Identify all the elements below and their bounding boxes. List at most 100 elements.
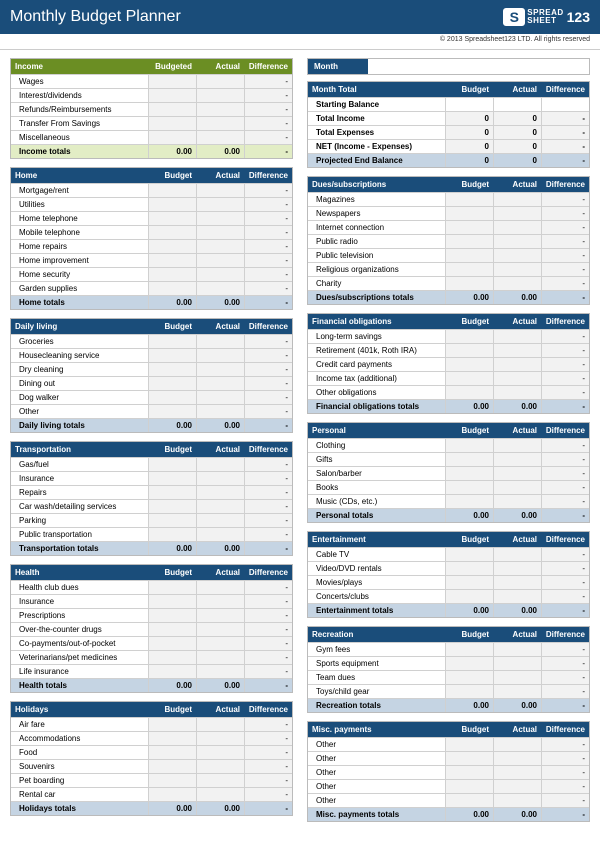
cell-actual[interactable] <box>493 277 541 290</box>
cell-budget[interactable] <box>445 467 493 480</box>
cell-budget[interactable] <box>445 562 493 575</box>
cell-actual[interactable] <box>493 372 541 385</box>
cell-actual[interactable] <box>196 254 244 267</box>
cell-budget[interactable] <box>148 254 196 267</box>
cell-budget[interactable] <box>445 330 493 343</box>
cell-budget[interactable] <box>148 89 196 102</box>
cell-actual[interactable] <box>196 651 244 664</box>
cell-budget[interactable] <box>148 363 196 376</box>
cell-budget[interactable] <box>148 405 196 418</box>
cell-actual[interactable] <box>196 377 244 390</box>
cell-actual[interactable] <box>196 75 244 88</box>
cell-budget[interactable] <box>148 184 196 197</box>
cell-budget[interactable] <box>148 335 196 348</box>
cell-budget[interactable] <box>148 651 196 664</box>
cell-actual[interactable] <box>493 576 541 589</box>
cell-actual[interactable] <box>493 590 541 603</box>
cell-budget[interactable] <box>445 358 493 371</box>
cell-actual[interactable] <box>493 562 541 575</box>
cell-budget[interactable] <box>445 495 493 508</box>
cell-budget[interactable] <box>148 595 196 608</box>
cell-actual[interactable] <box>196 349 244 362</box>
cell-budget[interactable] <box>148 282 196 295</box>
cell-budget[interactable] <box>148 117 196 130</box>
cell-actual[interactable] <box>493 780 541 793</box>
cell-actual[interactable] <box>196 514 244 527</box>
cell-budget[interactable] <box>148 581 196 594</box>
cell-actual[interactable] <box>493 671 541 684</box>
cell-budget[interactable] <box>445 344 493 357</box>
cell-actual[interactable] <box>196 665 244 678</box>
cell-actual[interactable] <box>196 472 244 485</box>
cell-actual[interactable] <box>493 752 541 765</box>
cell-budget[interactable] <box>148 609 196 622</box>
cell-budget[interactable] <box>445 576 493 589</box>
cell-actual[interactable] <box>196 486 244 499</box>
cell-budget[interactable] <box>148 391 196 404</box>
cell-budget[interactable] <box>445 453 493 466</box>
cell-actual[interactable] <box>196 500 244 513</box>
cell-budget[interactable] <box>445 249 493 262</box>
cell-actual[interactable] <box>196 131 244 144</box>
cell-actual[interactable] <box>196 732 244 745</box>
cell-actual[interactable] <box>196 282 244 295</box>
cell-budget[interactable] <box>148 760 196 773</box>
cell-actual[interactable] <box>493 453 541 466</box>
cell-actual[interactable] <box>196 212 244 225</box>
cell-budget[interactable] <box>445 277 493 290</box>
cell-actual[interactable] <box>493 344 541 357</box>
cell-actual[interactable] <box>493 193 541 206</box>
cell-actual[interactable] <box>493 330 541 343</box>
cell-actual[interactable] <box>196 528 244 541</box>
cell-actual[interactable] <box>493 738 541 751</box>
cell-budget[interactable] <box>445 738 493 751</box>
cell-budget[interactable] <box>148 774 196 787</box>
cell-actual[interactable] <box>196 268 244 281</box>
cell-actual[interactable] <box>196 363 244 376</box>
cell-actual[interactable] <box>196 458 244 471</box>
cell-actual[interactable] <box>493 495 541 508</box>
cell-actual[interactable] <box>493 548 541 561</box>
cell-budget[interactable] <box>148 349 196 362</box>
cell-budget[interactable] <box>445 766 493 779</box>
cell-budget[interactable] <box>148 226 196 239</box>
cell-actual[interactable] <box>493 685 541 698</box>
cell-budget[interactable] <box>148 500 196 513</box>
cell-actual[interactable] <box>493 249 541 262</box>
cell-actual[interactable] <box>196 103 244 116</box>
cell-budget[interactable] <box>148 268 196 281</box>
cell-actual[interactable] <box>196 335 244 348</box>
cell-actual[interactable] <box>196 774 244 787</box>
cell-budget[interactable] <box>148 732 196 745</box>
cell-budget[interactable] <box>148 746 196 759</box>
cell-actual[interactable] <box>493 481 541 494</box>
cell-actual[interactable] <box>196 760 244 773</box>
cell-budget[interactable] <box>445 235 493 248</box>
cell-actual[interactable] <box>196 240 244 253</box>
cell-actual[interactable] <box>196 184 244 197</box>
cell-actual[interactable] <box>196 117 244 130</box>
cell-budget[interactable] <box>148 103 196 116</box>
cell-budget[interactable] <box>148 458 196 471</box>
cell-budget[interactable] <box>445 671 493 684</box>
month-input[interactable] <box>368 59 589 74</box>
cell-budget[interactable] <box>148 788 196 801</box>
cell-actual[interactable] <box>196 609 244 622</box>
cell-actual[interactable] <box>196 746 244 759</box>
cell-actual[interactable] <box>493 467 541 480</box>
cell-budget[interactable] <box>445 439 493 452</box>
cell-actual[interactable] <box>493 358 541 371</box>
cell-actual[interactable] <box>196 89 244 102</box>
cell-budget[interactable] <box>445 207 493 220</box>
cell-actual[interactable] <box>493 207 541 220</box>
cell-actual[interactable] <box>196 391 244 404</box>
cell-budget[interactable] <box>148 623 196 636</box>
cell-budget[interactable] <box>148 131 196 144</box>
cell-budget[interactable] <box>445 794 493 807</box>
cell-budget[interactable] <box>445 263 493 276</box>
cell-budget[interactable] <box>148 212 196 225</box>
cell-budget[interactable] <box>445 481 493 494</box>
cell-actual[interactable] <box>196 718 244 731</box>
cell-budget[interactable] <box>445 685 493 698</box>
cell-budget[interactable] <box>445 643 493 656</box>
